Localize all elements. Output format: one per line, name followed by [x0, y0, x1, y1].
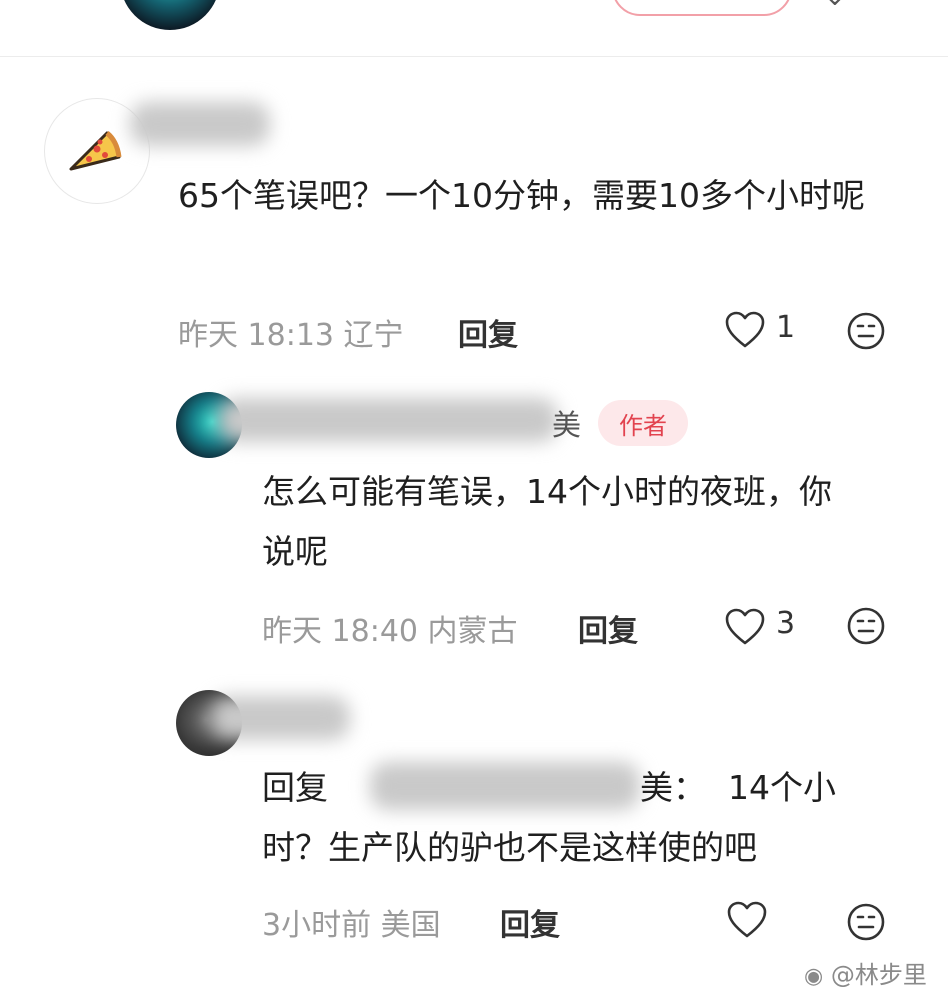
like-count: 1	[776, 310, 796, 345]
pizza-icon	[69, 131, 122, 171]
follow-button[interactable]	[612, 0, 792, 16]
username-redacted	[218, 398, 558, 442]
divider	[0, 56, 948, 57]
reply-button[interactable]: 回复	[578, 606, 638, 650]
comment-meta: 昨天 18:13 辽宁	[178, 318, 404, 353]
comment-text-line2: 时？生产队的驴也不是这样使的吧	[262, 828, 757, 867]
comment-text: 怎么可能有笔误，14个小时的夜班，你说呢	[262, 472, 832, 571]
like-count: 3	[776, 606, 796, 641]
comment-meta: 3小时前 美国	[262, 908, 441, 943]
comment-text: 65个笔误吧？一个10分钟，需要10多个小时呢	[178, 176, 865, 215]
watermark: ◉ @林步里	[804, 955, 927, 990]
face-icon[interactable]	[846, 902, 886, 942]
comment-text: 14个小	[728, 768, 836, 807]
weibo-icon: ◉	[804, 964, 824, 989]
chevron-down-icon[interactable]: ⌄	[824, 0, 854, 12]
heart-outline-icon[interactable]	[726, 900, 768, 940]
reply-button[interactable]: 回复	[500, 900, 560, 944]
username-redacted	[210, 696, 350, 740]
mentioned-username-redacted	[370, 762, 640, 810]
heart-outline-icon[interactable]	[724, 310, 766, 350]
watermark-text: @林步里	[830, 961, 927, 989]
reply-button[interactable]: 回复	[458, 310, 518, 354]
reply-prefix: 回复	[262, 768, 328, 807]
face-icon[interactable]	[846, 311, 886, 351]
comment-meta: 昨天 18:40 内蒙古	[262, 614, 518, 649]
mentioned-name-tail: 美：	[640, 768, 706, 807]
username-tail: 美	[552, 408, 582, 442]
face-icon[interactable]	[846, 606, 886, 646]
heart-outline-icon[interactable]	[724, 607, 766, 647]
author-badge: 作者	[598, 400, 688, 446]
post-author-avatar[interactable]	[120, 0, 220, 30]
username-redacted	[130, 102, 270, 146]
